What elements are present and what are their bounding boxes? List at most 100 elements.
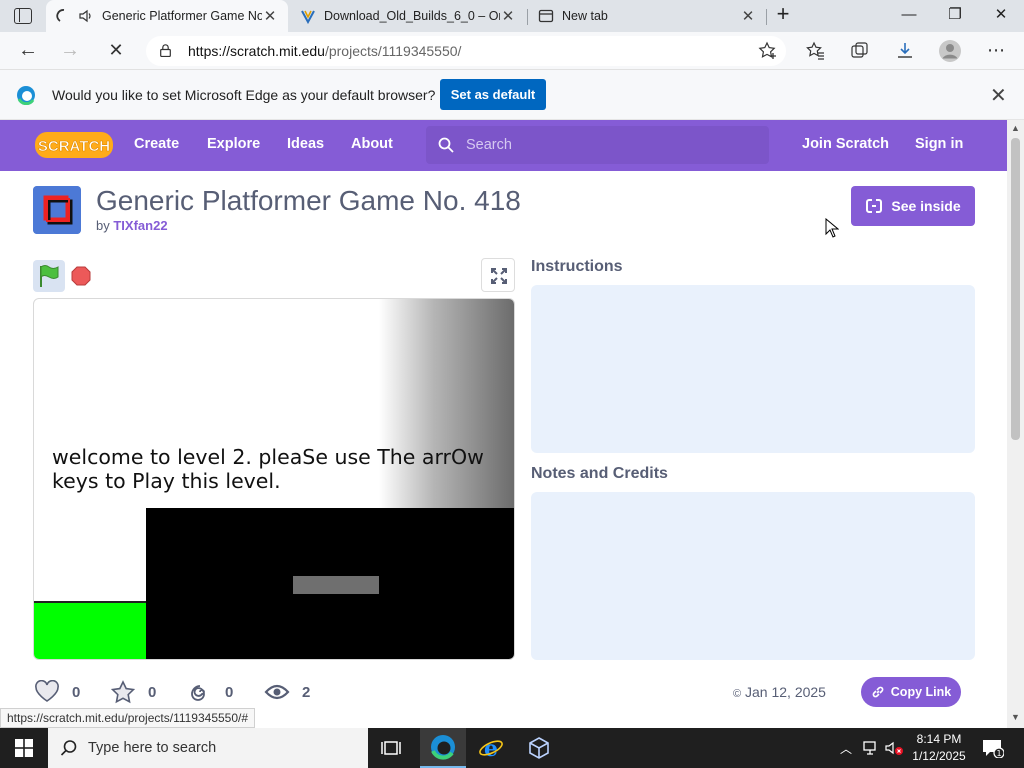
address-bar[interactable]: https://scratch.mit.edu/projects/1119345… — [146, 36, 786, 66]
status-bar-url: https://scratch.mit.edu/projects/1119345… — [0, 708, 256, 728]
new-tab-page-icon — [538, 9, 554, 23]
author-link[interactable]: TIXfan22 — [113, 218, 167, 233]
task-view-button[interactable] — [368, 728, 414, 768]
minimize-button[interactable]: — — [894, 4, 924, 26]
action-center-button[interactable]: 1 — [982, 738, 1005, 759]
view-count: 2 — [302, 683, 311, 701]
project-stage[interactable]: welcome to level 2. pleaSe use The arrOw… — [33, 298, 515, 660]
profile-avatar-icon[interactable] — [938, 39, 962, 63]
heart-icon — [35, 680, 59, 702]
remix-stat: 0 — [187, 680, 233, 704]
love-count: 0 — [72, 683, 81, 701]
set-as-default-button[interactable]: Set as default — [440, 79, 546, 110]
maximize-button[interactable]: ❐ — [940, 4, 970, 26]
instructions-heading: Instructions — [531, 258, 623, 275]
close-infobar-icon[interactable]: ✕ — [990, 83, 1007, 108]
sign-in-link[interactable]: Sign in — [915, 136, 963, 152]
browser-toolbar: ← → ✕ https://scratch.mit.edu/projects/1… — [0, 32, 1024, 70]
fullscreen-icon — [491, 268, 507, 284]
taskbar-search-input[interactable]: Type here to search — [48, 728, 368, 768]
scroll-down-arrow[interactable]: ▼ — [1011, 712, 1020, 722]
scratch-navbar: SCRATCH Create Explore Ideas About Searc… — [0, 120, 1007, 171]
byline-prefix: by — [96, 218, 110, 233]
clock-time: 8:14 PM — [916, 732, 962, 746]
favorites-icon[interactable] — [806, 41, 826, 61]
mouse-cursor-icon — [825, 218, 839, 238]
favorite-stat[interactable]: 0 — [110, 680, 156, 704]
infobar-message: Would you like to set Microsoft Edge as … — [52, 87, 436, 103]
add-favorite-icon[interactable] — [758, 41, 778, 61]
internet-explorer-icon: e — [479, 736, 503, 761]
edge-logo-icon — [17, 86, 35, 105]
tab-orecraft-download[interactable]: Download_Old_Builds_6_0 – Orecraft ✕ — [290, 0, 526, 32]
tab-new-tab[interactable]: New tab ✕ — [528, 0, 766, 32]
copyright-icon: © — [733, 688, 742, 700]
star-icon — [110, 680, 136, 704]
view-stat: 2 — [264, 680, 310, 704]
taskbar-3d-app[interactable] — [516, 728, 562, 768]
search-placeholder: Search — [466, 137, 512, 153]
edge-logo-icon — [431, 735, 455, 760]
stage-message-text: welcome to level 2. pleaSe use The arrOw… — [52, 445, 484, 493]
scroll-up-arrow[interactable]: ▲ — [1011, 123, 1020, 133]
tab-title: New tab — [562, 9, 608, 23]
network-icon[interactable] — [862, 740, 880, 756]
stop-loading-button[interactable]: ✕ — [104, 39, 128, 63]
page-scrollbar[interactable]: ▲ ▼ — [1007, 120, 1024, 728]
copy-link-label: Copy Link — [890, 685, 952, 699]
copy-link-button[interactable]: Copy Link — [861, 677, 961, 707]
url-text[interactable]: https://scratch.mit.edu/projects/1119345… — [188, 43, 461, 59]
tab-close-icon[interactable]: ✕ — [262, 7, 278, 25]
green-flag-button[interactable] — [33, 260, 65, 292]
see-inside-label: See inside — [891, 198, 961, 214]
speaker-icon[interactable] — [78, 8, 94, 24]
search-icon — [60, 740, 77, 756]
downloads-icon[interactable] — [895, 41, 915, 61]
favorite-count: 0 — [148, 683, 157, 701]
eye-icon — [264, 684, 290, 700]
close-window-button[interactable]: ✕ — [986, 4, 1016, 26]
see-inside-button[interactable]: See inside — [851, 186, 975, 226]
notification-icon: 1 — [983, 740, 1005, 759]
project-date: © Jan 12, 2025 — [733, 684, 826, 700]
back-button[interactable]: ← — [16, 39, 40, 63]
forward-button[interactable]: → — [58, 39, 82, 63]
green-flag-icon — [40, 265, 59, 287]
taskbar-search-placeholder: Type here to search — [88, 740, 217, 756]
scrollbar-thumb[interactable] — [1011, 138, 1020, 440]
join-scratch-link[interactable]: Join Scratch — [802, 136, 889, 152]
tab-close-icon[interactable]: ✕ — [500, 7, 516, 25]
windows-start-icon[interactable] — [15, 739, 33, 757]
lock-icon[interactable] — [160, 44, 171, 57]
scratch-logo[interactable]: SCRATCH — [34, 130, 114, 160]
tab-scratch-project[interactable]: Generic Platformer Game No. 418 on Scrat… — [46, 0, 288, 32]
nav-about[interactable]: About — [351, 136, 393, 152]
tab-divider — [766, 9, 767, 25]
stage-gray-platform — [293, 576, 379, 594]
taskbar-internet-explorer-app[interactable]: e — [468, 728, 514, 768]
show-hidden-icons-chevron[interactable]: ︿ — [840, 740, 852, 757]
taskbar-clock[interactable]: 8:14 PM 1/12/2025 — [906, 731, 972, 765]
nav-explore[interactable]: Explore — [207, 136, 260, 152]
nav-ideas[interactable]: Ideas — [287, 136, 324, 152]
instructions-panel — [531, 285, 975, 453]
settings-menu-button[interactable]: ⋯ — [984, 39, 1008, 63]
search-icon — [438, 137, 454, 153]
project-thumbnail[interactable] — [33, 186, 81, 234]
new-tab-button[interactable]: + — [772, 3, 794, 26]
link-icon — [872, 686, 884, 698]
scratch-search-input[interactable]: Search — [426, 126, 769, 164]
taskbar-edge-app[interactable] — [420, 728, 466, 768]
tab-close-icon[interactable]: ✕ — [740, 7, 756, 25]
remix-arrows-icon — [866, 199, 883, 213]
collections-icon[interactable] — [850, 41, 870, 61]
tab-actions-icon[interactable] — [14, 8, 32, 24]
fullscreen-button[interactable] — [481, 258, 515, 292]
volume-muted-icon[interactable] — [884, 740, 904, 756]
notes-heading: Notes and Credits — [531, 465, 668, 482]
love-stat[interactable]: 0 — [34, 680, 80, 704]
tab-title: Download_Old_Builds_6_0 – Orecraft — [324, 9, 500, 23]
nav-create[interactable]: Create — [134, 136, 179, 152]
stop-sign-button[interactable] — [71, 266, 91, 286]
svg-text:e: e — [484, 736, 498, 761]
